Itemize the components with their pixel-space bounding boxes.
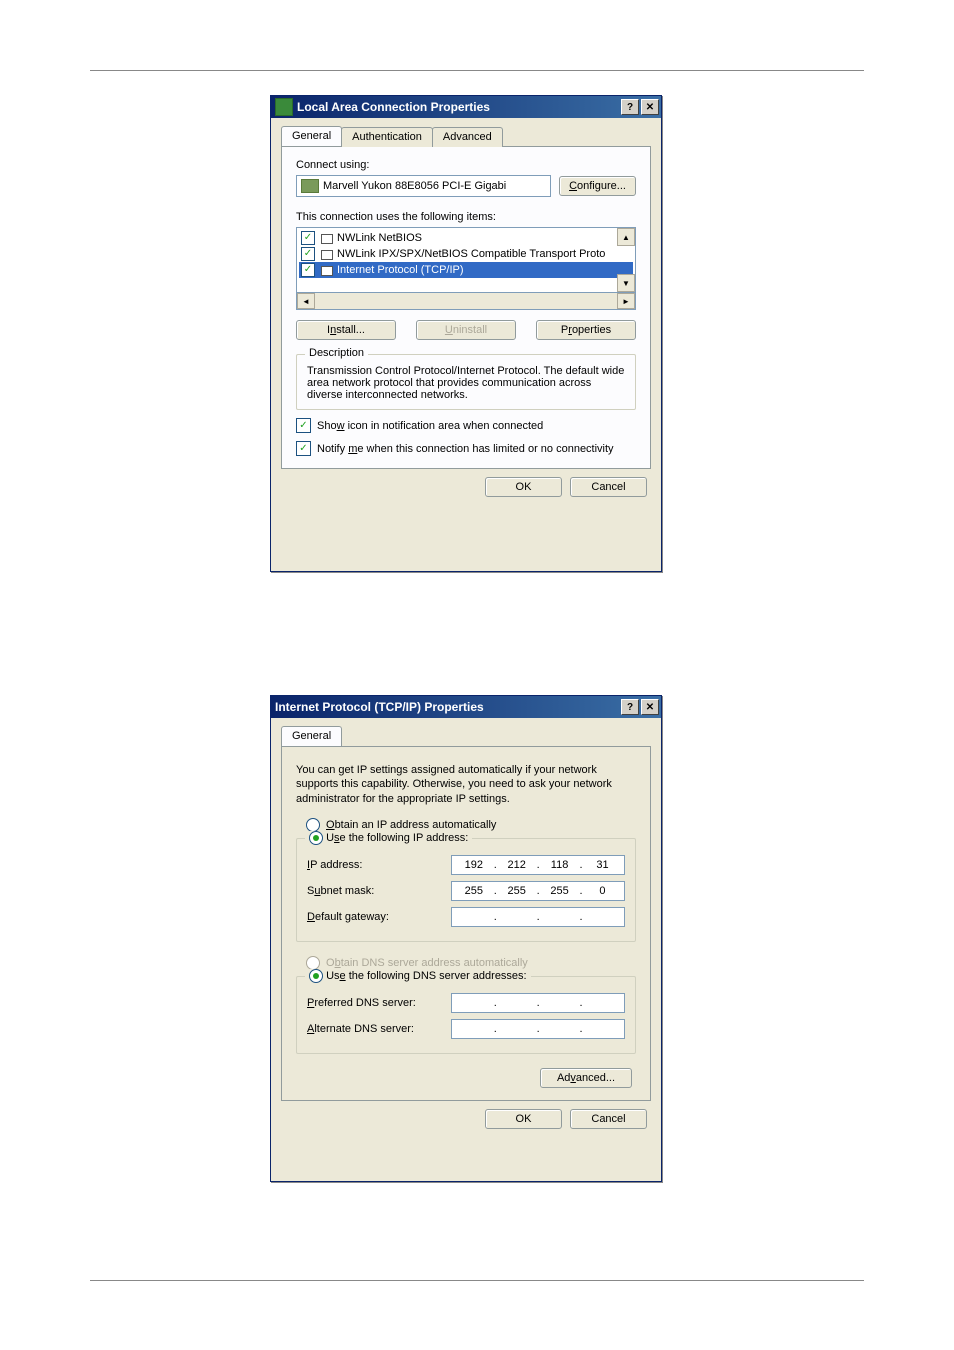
titlebar[interactable]: Local Area Connection Properties ? ✕ [271, 96, 661, 118]
ip-octet[interactable]: 31 [587, 859, 617, 871]
close-button[interactable]: ✕ [641, 99, 659, 115]
checkbox-icon[interactable]: ✓ [301, 247, 315, 261]
help-button[interactable]: ? [621, 99, 639, 115]
titlebar[interactable]: Internet Protocol (TCP/IP) Properties ? … [271, 696, 661, 718]
description-legend: Description [305, 347, 368, 359]
subnet-mask-input[interactable]: 255. 255. 255. 0 [451, 881, 625, 901]
protocol-icon [319, 231, 333, 245]
ok-button[interactable]: OK [485, 477, 562, 497]
radio-auto-dns-label: Obtain DNS server address automatically [326, 957, 528, 969]
page-divider-bottom [90, 1280, 864, 1282]
ip-octet[interactable]: 255 [545, 885, 575, 897]
ip-octet[interactable]: 192 [459, 859, 489, 871]
local-area-connection-dialog: Local Area Connection Properties ? ✕ Gen… [270, 95, 662, 572]
adapter-name: Marvell Yukon 88E8056 PCI-E Gigabi [323, 180, 506, 192]
advanced-button[interactable]: Advanced... [540, 1068, 632, 1088]
adapter-field[interactable]: Marvell Yukon 88E8056 PCI-E Gigabi [296, 175, 551, 197]
radio-manual-dns[interactable] [309, 969, 323, 983]
ip-address-label: IP address: [307, 859, 451, 871]
scroll-track[interactable] [315, 293, 617, 309]
window-title: Internet Protocol (TCP/IP) Properties [275, 700, 619, 714]
ip-octet[interactable]: 212 [502, 859, 532, 871]
list-item-selected[interactable]: ✓ Internet Protocol (TCP/IP) [299, 262, 633, 278]
connect-using-label: Connect using: [296, 159, 636, 171]
uninstall-button: Uninstall [416, 320, 516, 340]
show-icon-label: Show icon in notification area when conn… [317, 420, 543, 432]
connection-icon [275, 98, 293, 116]
protocol-icon [319, 263, 333, 277]
tab-strip: General Authentication Advanced [281, 126, 651, 146]
help-button[interactable]: ? [621, 699, 639, 715]
list-item-label: Internet Protocol (TCP/IP) [337, 264, 464, 276]
manual-dns-legend: Use the following DNS server addresses: [305, 969, 531, 983]
list-item[interactable]: ✓ NWLink NetBIOS [299, 230, 633, 246]
ip-octet[interactable]: 118 [545, 859, 575, 871]
alternate-dns-input[interactable]: . . . [451, 1019, 625, 1039]
tab-general[interactable]: General [281, 126, 342, 146]
tab-advanced[interactable]: Advanced [432, 127, 503, 147]
radio-manual-dns-label: Use the following DNS server addresses: [326, 970, 527, 982]
cancel-button[interactable]: Cancel [570, 1109, 647, 1129]
scroll-right-button[interactable]: ► [617, 293, 635, 309]
description-text: Transmission Control Protocol/Internet P… [307, 365, 625, 401]
default-gateway-input[interactable]: . . . [451, 907, 625, 927]
preferred-dns-input[interactable]: . . . [451, 993, 625, 1013]
ip-octet[interactable]: 0 [587, 885, 617, 897]
configure-button[interactable]: Configure... [559, 176, 636, 196]
tcpip-properties-dialog: Internet Protocol (TCP/IP) Properties ? … [270, 695, 662, 1182]
preferred-dns-label: Preferred DNS server: [307, 997, 451, 1009]
items-listbox[interactable]: ✓ NWLink NetBIOS ✓ NWLink IPX/SPX/NetBIO… [296, 227, 636, 293]
list-item-label: NWLink IPX/SPX/NetBIOS Compatible Transp… [337, 248, 605, 260]
tab-page-general: Connect using: Marvell Yukon 88E8056 PCI… [281, 146, 651, 469]
radio-manual-ip[interactable] [309, 831, 323, 845]
horizontal-scrollbar[interactable]: ◄ ► [296, 293, 636, 310]
protocol-icon [319, 247, 333, 261]
show-icon-checkbox[interactable]: ✓ [296, 418, 311, 433]
nic-icon [301, 179, 319, 193]
notify-checkbox[interactable]: ✓ [296, 441, 311, 456]
configure-button-rest: onfigure... [577, 180, 626, 192]
window-title: Local Area Connection Properties [297, 100, 619, 114]
ip-address-input[interactable]: 192. 212. 118. 31 [451, 855, 625, 875]
tab-strip: General [281, 726, 651, 746]
ok-button[interactable]: OK [485, 1109, 562, 1129]
cancel-button[interactable]: Cancel [570, 477, 647, 497]
manual-ip-group: Use the following IP address: IP address… [296, 838, 636, 942]
items-label: This connection uses the following items… [296, 211, 636, 223]
manual-dns-group: Use the following DNS server addresses: … [296, 976, 636, 1054]
manual-ip-legend: Use the following IP address: [305, 831, 472, 845]
scroll-up-button[interactable]: ▲ [617, 228, 635, 246]
radio-auto-ip-label: Obtain an IP address automatically [326, 819, 496, 831]
list-item-label: NWLink NetBIOS [337, 232, 422, 244]
tab-general[interactable]: General [281, 726, 342, 746]
tab-page-general: You can get IP settings assigned automat… [281, 746, 651, 1101]
checkbox-icon[interactable]: ✓ [301, 263, 315, 277]
scroll-left-button[interactable]: ◄ [297, 293, 315, 309]
radio-auto-ip[interactable] [306, 818, 320, 832]
close-button[interactable]: ✕ [641, 699, 659, 715]
page-divider-top [90, 70, 864, 72]
install-button[interactable]: Install... [296, 320, 396, 340]
ip-octet[interactable]: 255 [502, 885, 532, 897]
properties-button[interactable]: Properties [536, 320, 636, 340]
list-item[interactable]: ✓ NWLink IPX/SPX/NetBIOS Compatible Tran… [299, 246, 633, 262]
intro-text: You can get IP settings assigned automat… [296, 763, 636, 806]
default-gateway-label: Default gateway: [307, 911, 451, 923]
tab-authentication[interactable]: Authentication [341, 127, 433, 147]
alternate-dns-label: Alternate DNS server: [307, 1023, 451, 1035]
radio-auto-dns [306, 956, 320, 970]
scroll-down-button[interactable]: ▼ [617, 274, 635, 292]
notify-label: Notify me when this connection has limit… [317, 443, 614, 455]
checkbox-icon[interactable]: ✓ [301, 231, 315, 245]
subnet-mask-label: Subnet mask: [307, 885, 451, 897]
description-group: Description Transmission Control Protoco… [296, 354, 636, 410]
radio-manual-ip-label: Use the following IP address: [326, 832, 468, 844]
ip-octet[interactable]: 255 [459, 885, 489, 897]
